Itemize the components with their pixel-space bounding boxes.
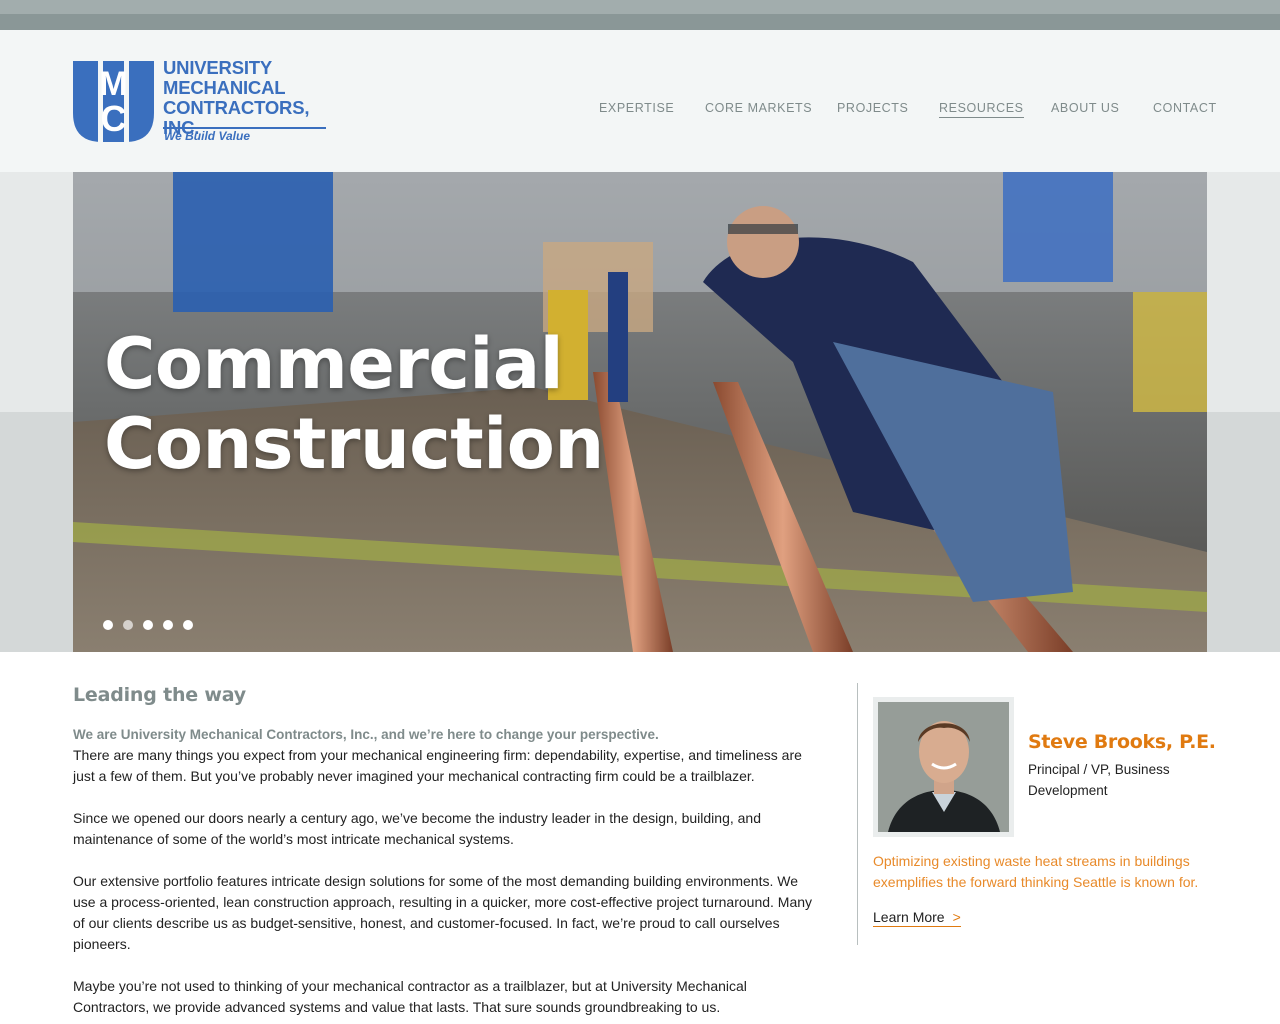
nav-projects[interactable]: PROJECTS	[837, 101, 908, 115]
slider-dot[interactable]	[123, 620, 133, 630]
learn-more-label: Learn More	[873, 909, 945, 925]
profile-title: Principal / VP, Business Development	[1028, 762, 1170, 798]
intro-paragraph: Our extensive portfolio features intrica…	[73, 873, 813, 952]
slider-dot[interactable]	[103, 620, 113, 630]
main-nav: EXPERTISE CORE MARKETS PROJECTS RESOURCE…	[0, 101, 1280, 121]
nav-resources[interactable]: RESOURCES	[939, 101, 1024, 118]
intro-paragraph: Since we opened our doors nearly a centu…	[73, 810, 761, 847]
learn-more-link[interactable]: Learn More >	[873, 909, 961, 927]
intro-paragraph: Maybe you’re not used to thinking of you…	[73, 978, 747, 1015]
section-heading: Leading the way	[73, 684, 246, 706]
intro-paragraph: There are many things you expect from yo…	[73, 747, 802, 784]
hero-headline-line: Construction	[104, 403, 604, 485]
nav-core-markets[interactable]: CORE MARKETS	[705, 101, 812, 115]
company-name: UNIVERSITY MECHANICAL CONTRACTORS, INC.	[163, 58, 333, 138]
chevron-right-icon: >	[952, 909, 961, 925]
profile-name: Steve Brooks, P.E.	[1028, 731, 1216, 753]
nav-about-us[interactable]: ABOUT US	[1051, 101, 1119, 115]
slider-dot[interactable]	[143, 620, 153, 630]
slider-dot[interactable]	[183, 620, 193, 630]
top-color-bar	[0, 0, 1280, 30]
company-name-line: UNIVERSITY	[163, 57, 273, 78]
column-divider	[857, 683, 858, 945]
nav-contact[interactable]: CONTACT	[1153, 101, 1217, 115]
hero-slider[interactable]: Commercial Construction	[73, 172, 1207, 652]
slider-dot[interactable]	[163, 620, 173, 630]
hero-headline-line: Commercial	[104, 323, 564, 405]
top-color-stripe	[0, 0, 1280, 14]
profile-photo	[873, 697, 1014, 837]
nav-expertise[interactable]: EXPERTISE	[599, 101, 674, 115]
intro-lead: We are University Mechanical Contractors…	[73, 727, 659, 742]
company-name-line: MECHANICAL	[163, 77, 286, 98]
intro-section: Leading the way We are University Mechan…	[73, 683, 813, 1018]
profile-quote: Optimizing existing waste heat streams i…	[873, 853, 1199, 890]
company-tagline: We Build Value	[164, 129, 251, 143]
hero-headline: Commercial Construction	[104, 324, 604, 484]
